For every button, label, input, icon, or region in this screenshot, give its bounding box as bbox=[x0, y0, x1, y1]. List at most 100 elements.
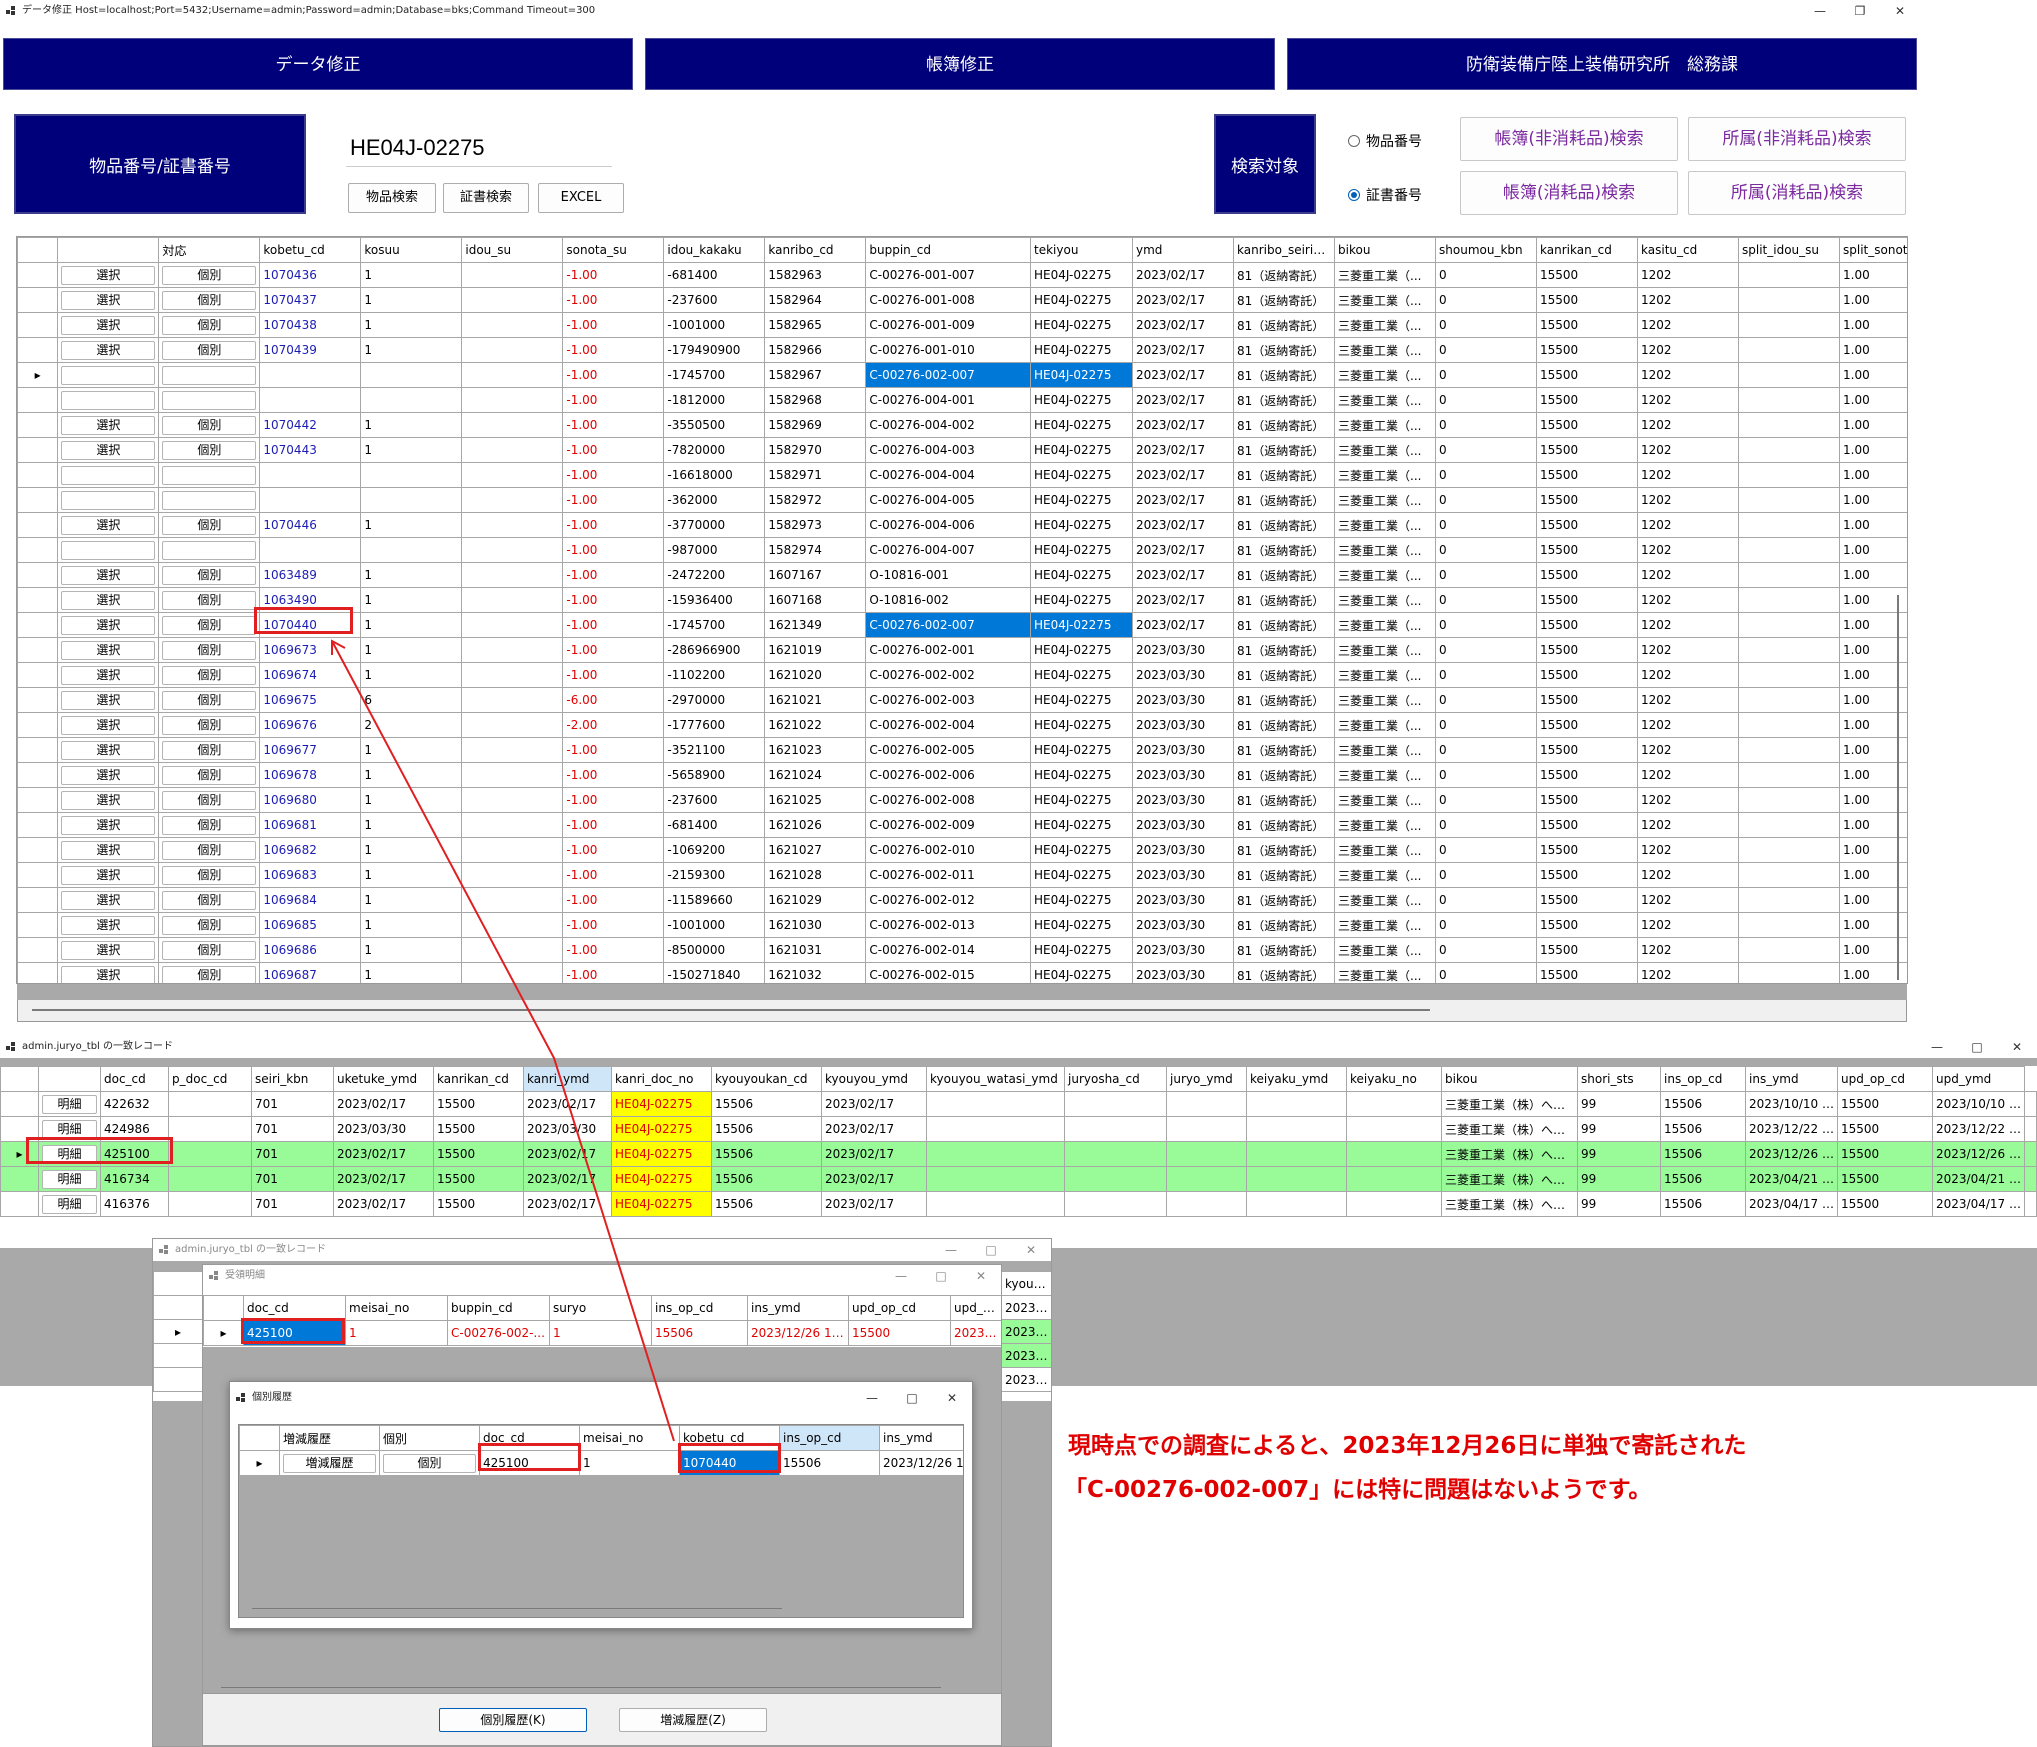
maximize-icon[interactable]: □ bbox=[1957, 1036, 1997, 1058]
close-icon[interactable]: ✕ bbox=[932, 1382, 972, 1414]
column-header[interactable]: buppin_cd bbox=[865, 237, 1032, 263]
column-header[interactable]: kanri_ymd bbox=[523, 1066, 612, 1092]
nav-data-edit[interactable]: データ修正 bbox=[3, 38, 633, 90]
column-header[interactable]: shoumou_kbn bbox=[1435, 237, 1538, 263]
select-button[interactable]: 選択 bbox=[57, 637, 160, 663]
nav-ledger-edit[interactable]: 帳簿修正 bbox=[645, 38, 1275, 90]
meisai-hscroll-thumb[interactable] bbox=[221, 1687, 941, 1688]
close-icon[interactable]: ✕ bbox=[1880, 0, 1920, 22]
column-header[interactable]: tekiyou bbox=[1030, 237, 1134, 263]
nav-department[interactable]: 防衛装備庁陸上装備研究所 総務課 bbox=[1287, 38, 1917, 90]
kobetsu-button[interactable]: 個別 bbox=[158, 412, 261, 438]
kobetsu-button[interactable] bbox=[158, 487, 261, 513]
column-header[interactable]: 増減履歴 bbox=[279, 1425, 380, 1451]
table-row[interactable]: ▸ 明細 425100 701 2023/02/17 15500 2023/02/17 HE0… bbox=[0, 1141, 2037, 1167]
maximize-icon[interactable]: □ bbox=[971, 1239, 1011, 1261]
meisai-button[interactable]: 明細 bbox=[38, 1091, 101, 1117]
column-header[interactable]: kobetu_cd bbox=[259, 237, 362, 263]
column-header[interactable]: kosuu bbox=[360, 237, 463, 263]
table-row[interactable]: 選択 個別 1069683 1 -1.00 -2159300 1621028 C-00276-… bbox=[17, 862, 1907, 888]
table-row[interactable]: 選択 個別 1069677 1 -1.00 -3521100 1621023 C-00276-… bbox=[17, 737, 1907, 763]
select-button[interactable]: 選択 bbox=[57, 762, 160, 788]
select-button[interactable]: 選択 bbox=[57, 737, 160, 763]
column-header[interactable]: meisai_no bbox=[345, 1295, 448, 1321]
select-button[interactable]: 選択 bbox=[57, 862, 160, 888]
table-row[interactable]: 選択 個別 1070438 1 -1.00 -1001000 1582965 C-00276-… bbox=[17, 312, 1907, 338]
column-header[interactable]: sonota_su bbox=[562, 237, 665, 263]
column-header[interactable]: kyouyou_watasi_ymd bbox=[926, 1066, 1065, 1092]
select-button[interactable]: 選択 bbox=[57, 812, 160, 838]
kobetsu-button[interactable]: 個別 bbox=[158, 287, 261, 313]
minimize-icon[interactable]: — bbox=[1917, 1036, 1957, 1058]
select-button[interactable]: 選択 bbox=[57, 787, 160, 813]
column-header[interactable]: kanribo_seiri_kbn bbox=[1233, 237, 1336, 263]
column-header[interactable] bbox=[203, 1295, 244, 1321]
maximize-icon[interactable]: □ bbox=[892, 1382, 932, 1414]
kobetsu-cell-button[interactable]: 個別 bbox=[379, 1450, 480, 1475]
select-button[interactable]: 選択 bbox=[57, 287, 160, 313]
kobetsu-button[interactable]: 個別 bbox=[158, 962, 261, 983]
column-header[interactable]: buppin_cd bbox=[447, 1295, 550, 1321]
column-header[interactable]: kyouyoukan_cd bbox=[711, 1066, 822, 1092]
column-header[interactable]: shori_sts bbox=[1577, 1066, 1661, 1092]
juryo-data-grid[interactable]: doc_cd p_doc_cd seiri_kbn uketuke_ymd kanrik… bbox=[0, 1066, 2037, 1248]
kobetsu-button[interactable]: 個別 bbox=[158, 662, 261, 688]
kobetsu-button[interactable] bbox=[158, 362, 261, 388]
table-row[interactable]: 選択 個別 1069678 1 -1.00 -5658900 1621024 C-00276-… bbox=[17, 762, 1907, 788]
table-row[interactable]: 明細 422632 701 2023/02/17 15500 2023/02/17 HE04… bbox=[0, 1091, 2037, 1117]
minimize-icon[interactable]: — bbox=[881, 1265, 921, 1287]
table-row[interactable]: ▸ -1.00 -1745700 1582967 C-00276-002-007 HE0… bbox=[17, 362, 1907, 388]
column-header[interactable]: ins_ymd bbox=[1745, 1066, 1838, 1092]
maximize-icon[interactable]: ❐ bbox=[1840, 0, 1880, 22]
column-header[interactable]: kanri_doc_no bbox=[611, 1066, 712, 1092]
select-button[interactable]: 選択 bbox=[57, 612, 160, 638]
ledger-consumable-search-button[interactable]: 帳簿(消耗品)検索 bbox=[1460, 171, 1678, 215]
column-header[interactable]: ins_op_cd bbox=[651, 1295, 748, 1321]
select-button[interactable]: 選択 bbox=[57, 312, 160, 338]
kobetsu-button[interactable]: 個別 bbox=[158, 837, 261, 863]
kobetsu-button[interactable]: 個別 bbox=[158, 437, 261, 463]
select-button[interactable] bbox=[57, 462, 160, 488]
select-button[interactable] bbox=[57, 362, 160, 388]
table-row[interactable]: -1.00 -1812000 1582968 C-00276-004-001 HE04J… bbox=[17, 387, 1907, 413]
select-button[interactable] bbox=[57, 387, 160, 413]
select-button[interactable]: 選択 bbox=[57, 712, 160, 738]
column-header[interactable]: keiyaku_ymd bbox=[1246, 1066, 1347, 1092]
column-header[interactable]: 対応 bbox=[158, 237, 261, 263]
zougen-history-button[interactable]: 増減履歴(Z) bbox=[619, 1708, 767, 1732]
table-row[interactable]: 選択 個別 1070442 1 -1.00 -3550500 1582969 C-00276-… bbox=[17, 412, 1907, 438]
dept-consumable-search-button[interactable]: 所属(消耗品)検索 bbox=[1688, 171, 1906, 215]
table-row[interactable]: 選択 個別 1069674 1 -1.00 -1102200 1621020 C-00276-… bbox=[17, 662, 1907, 688]
column-header[interactable]: kanrikan_cd bbox=[433, 1066, 524, 1092]
table-row[interactable]: 選択 個別 1070446 1 -1.00 -3770000 1582973 C-00276-… bbox=[17, 512, 1907, 538]
column-header[interactable] bbox=[57, 237, 160, 263]
table-row[interactable]: 選択 個別 1069682 1 -1.00 -1069200 1621027 C-00276-… bbox=[17, 837, 1907, 863]
column-header[interactable]: suryo bbox=[549, 1295, 652, 1321]
table-row[interactable]: -1.00 -987000 1582974 C-00276-004-007 HE04J-… bbox=[17, 537, 1907, 563]
radio-item-number[interactable]: 物品番号 bbox=[1348, 131, 1422, 151]
table-row[interactable]: 選択 個別 1070436 1 -1.00 -681400 1582963 C-00276-0… bbox=[17, 262, 1907, 288]
column-header[interactable]: idou_su bbox=[461, 237, 564, 263]
select-button[interactable]: 選択 bbox=[57, 412, 160, 438]
kobetsu-button[interactable] bbox=[158, 462, 261, 488]
kobetsu-button[interactable]: 個別 bbox=[158, 812, 261, 838]
cert-search-button[interactable]: 証書検索 bbox=[443, 183, 529, 213]
column-header[interactable]: seiri_kbn bbox=[251, 1066, 334, 1092]
close-icon[interactable]: ✕ bbox=[961, 1265, 1001, 1287]
kobetsu-button[interactable]: 個別 bbox=[158, 712, 261, 738]
column-header[interactable]: idou_kakaku bbox=[663, 237, 766, 263]
column-header[interactable]: ins_op_cd bbox=[1660, 1066, 1746, 1092]
select-button[interactable]: 選択 bbox=[57, 837, 160, 863]
minimize-icon[interactable]: — bbox=[931, 1239, 971, 1261]
column-header[interactable]: split_idou_su bbox=[1738, 237, 1841, 263]
column-header[interactable]: doc_cd bbox=[243, 1295, 346, 1321]
close-icon[interactable]: ✕ bbox=[1011, 1239, 1051, 1261]
column-header[interactable]: kyouyou_ymd bbox=[821, 1066, 927, 1092]
kobetsu-button[interactable]: 個別 bbox=[158, 912, 261, 938]
column-header[interactable]: 個別 bbox=[379, 1425, 480, 1451]
table-row[interactable]: 選択 個別 1069687 1 -1.00 -150271840 1621032 C-0027… bbox=[17, 962, 1907, 983]
kobetsu-button[interactable]: 個別 bbox=[158, 512, 261, 538]
kobetsu-button[interactable]: 個別 bbox=[158, 937, 261, 963]
column-header[interactable]: doc_cd bbox=[100, 1066, 169, 1092]
kobetsu-button[interactable]: 個別 bbox=[158, 887, 261, 913]
